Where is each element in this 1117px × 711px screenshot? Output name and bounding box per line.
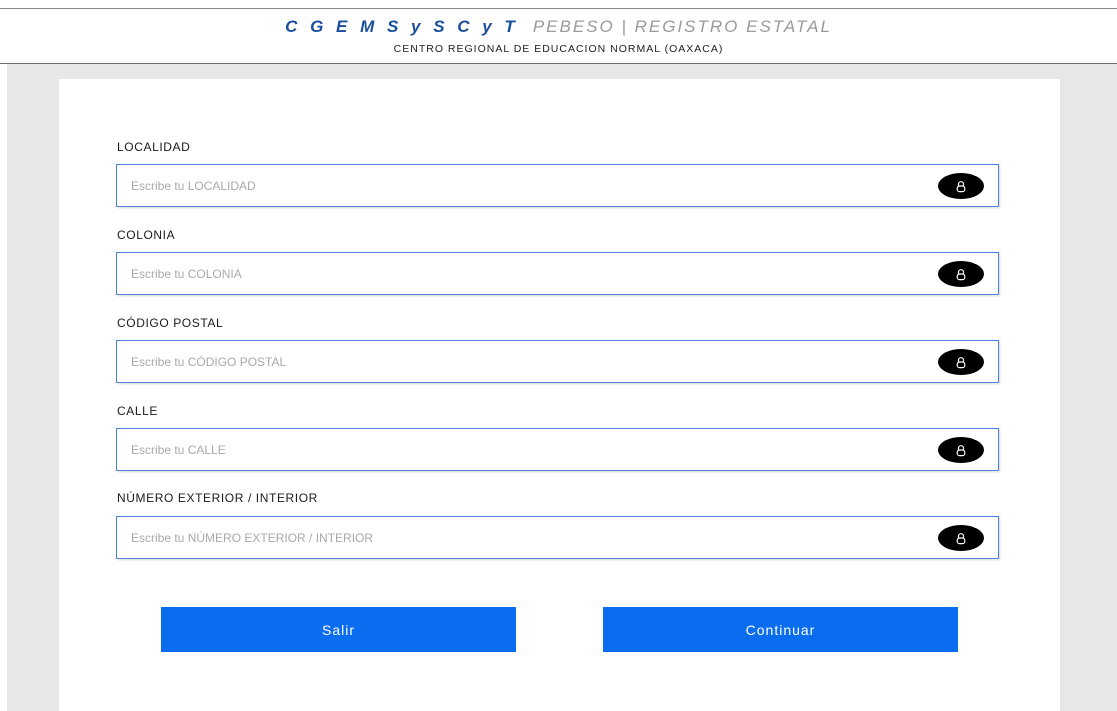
codigo-postal-field[interactable] (116, 340, 999, 383)
brand-title: C G E M S y S C y T (285, 17, 519, 36)
calle-field[interactable] (116, 428, 999, 471)
institution-name: CENTRO REGIONAL DE EDUCACION NORMAL (OAX… (393, 43, 724, 55)
continue-button[interactable]: Continuar (603, 607, 958, 652)
lock-icon[interactable] (938, 437, 984, 463)
lock-icon[interactable] (938, 261, 984, 287)
lock-icon-glyph (956, 180, 966, 192)
lock-icon-glyph (956, 268, 966, 280)
calle-input[interactable] (131, 429, 921, 470)
header-subtitle: PEBESO | REGISTRO ESTATAL (532, 17, 832, 36)
numero-label: NÚMERO EXTERIOR / INTERIOR (117, 491, 318, 505)
localidad-label: LOCALIDAD (117, 140, 191, 154)
codigo-postal-input[interactable] (131, 341, 921, 382)
page-header: C G E M S y S C y T PEBESO | REGISTRO EST… (0, 9, 1117, 64)
form-card: LOCALIDAD COLONIA CÓDIGO POSTAL (59, 79, 1060, 711)
codigo-postal-label: CÓDIGO POSTAL (117, 316, 224, 330)
lock-icon[interactable] (938, 525, 984, 551)
numero-input[interactable] (131, 517, 921, 558)
exit-button[interactable]: Salir (161, 607, 516, 652)
page-background: LOCALIDAD COLONIA CÓDIGO POSTAL (7, 64, 1117, 711)
numero-field[interactable] (116, 516, 999, 559)
colonia-input[interactable] (131, 253, 921, 294)
lock-icon-glyph (956, 532, 966, 544)
localidad-input[interactable] (131, 165, 921, 206)
colonia-label: COLONIA (117, 228, 176, 242)
lock-icon-glyph (956, 444, 966, 456)
header-title-row: C G E M S y S C y T PEBESO | REGISTRO EST… (0, 17, 1117, 37)
localidad-field[interactable] (116, 164, 999, 207)
lock-icon-glyph (956, 356, 966, 368)
colonia-field[interactable] (116, 252, 999, 295)
lock-icon[interactable] (938, 173, 984, 199)
lock-icon[interactable] (938, 349, 984, 375)
calle-label: CALLE (117, 404, 159, 418)
